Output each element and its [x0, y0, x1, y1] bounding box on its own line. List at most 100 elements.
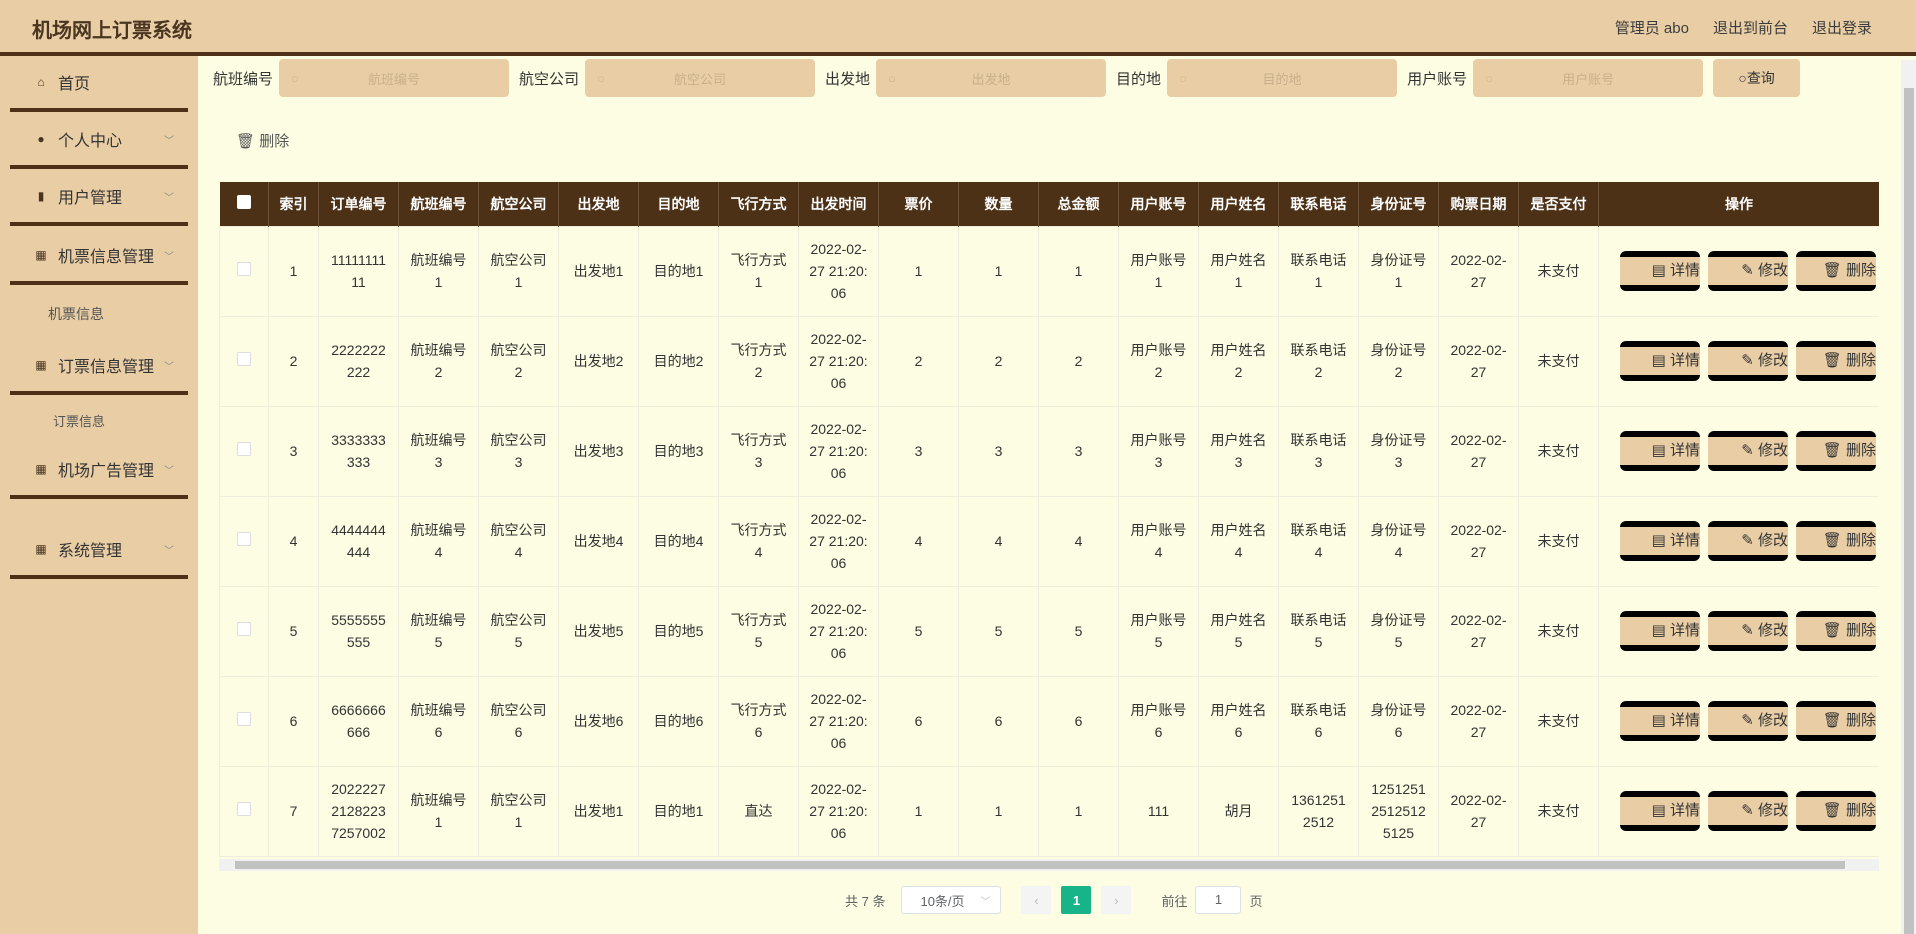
delete-button[interactable]: 🗑 删除: [1796, 341, 1876, 381]
back-to-front-link[interactable]: 退出到前台: [1713, 17, 1788, 38]
table-cell: 用户姓名2: [1198, 315, 1279, 407]
table-cell: 2022-02-27: [1438, 765, 1519, 857]
select-all-checkbox-cell[interactable]: [219, 182, 269, 226]
delete-button[interactable]: 🗑 删除: [1796, 701, 1876, 741]
edit-icon: ✎: [1741, 802, 1758, 819]
search-button[interactable]: ○ 查询: [1713, 59, 1801, 97]
table-cell: 目的地4: [638, 495, 719, 587]
edit-button[interactable]: ✎ 修改: [1708, 431, 1788, 471]
table-cell: 用户账号4: [1118, 495, 1199, 587]
detail-button[interactable]: ▤ 详情: [1620, 701, 1700, 741]
row-checkbox[interactable]: [237, 442, 251, 456]
delete-button[interactable]: 🗑 删除: [1796, 791, 1876, 831]
row-checkbox-cell[interactable]: [219, 765, 269, 857]
edit-button[interactable]: ✎ 修改: [1708, 701, 1788, 741]
prev-page-button[interactable]: ‹: [1021, 886, 1052, 914]
row-checkbox[interactable]: [237, 352, 251, 366]
grid-icon: ▦: [35, 542, 47, 556]
edit-button[interactable]: ✎ 修改: [1708, 611, 1788, 651]
column-header: 航空公司: [478, 182, 559, 226]
search-input[interactable]: ○ 航空公司: [585, 59, 816, 97]
row-checkbox[interactable]: [237, 802, 251, 816]
sidebar-item-ads[interactable]: ▦ 机场广告管理 ﹀: [10, 443, 188, 499]
sidebar-item-home[interactable]: ⌂ 首页: [10, 56, 188, 112]
table-cell: 联系电话6: [1278, 675, 1359, 767]
column-header: 数量: [958, 182, 1039, 226]
row-checkbox-cell[interactable]: [219, 225, 269, 317]
row-checkbox[interactable]: [237, 532, 251, 546]
scrollbar-thumb[interactable]: [235, 861, 1845, 869]
search-placeholder: 航空公司: [674, 71, 727, 87]
detail-button[interactable]: ▤ 详情: [1620, 521, 1700, 561]
delete-button[interactable]: 🗑 删除: [1796, 431, 1876, 471]
table-row: 7 202222721282237257002 航班编号1 航空公司1 出发地1 目的地1…: [219, 765, 1879, 857]
table-cell: 未支付: [1518, 495, 1599, 587]
detail-button[interactable]: ▤ 详情: [1620, 611, 1700, 651]
row-checkbox[interactable]: [237, 262, 251, 276]
row-checkbox-cell[interactable]: [219, 585, 269, 677]
edit-icon: ✎: [1741, 262, 1758, 279]
detail-button[interactable]: ▤ 详情: [1620, 251, 1700, 291]
next-page-button[interactable]: ›: [1101, 886, 1132, 914]
search-icon: ○: [888, 70, 896, 86]
delete-label: 删除: [1845, 712, 1876, 729]
edit-label: 修改: [1757, 712, 1788, 729]
detail-button[interactable]: ▤ 详情: [1620, 791, 1700, 831]
goto-page-input[interactable]: 1: [1195, 886, 1242, 914]
table-cell: 用户姓名5: [1198, 585, 1279, 677]
table-cell: 目的地2: [638, 315, 719, 407]
vertical-scrollbar[interactable]: [1901, 60, 1916, 934]
table-cell: 目的地3: [638, 405, 719, 497]
table-cell: 2: [878, 315, 959, 407]
sidebar-item-label: 首页: [58, 76, 91, 93]
sidebar-item-orders[interactable]: ▦ 订票信息管理 ﹀: [10, 339, 188, 395]
chevron-down-icon: ﹀: [164, 251, 174, 263]
edit-button[interactable]: ✎ 修改: [1708, 341, 1788, 381]
search-input[interactable]: ○ 目的地: [1167, 59, 1398, 97]
edit-button[interactable]: ✎ 修改: [1708, 521, 1788, 561]
select-all-checkbox[interactable]: [236, 195, 251, 210]
table-cell: 目的地6: [638, 675, 719, 767]
sidebar-item-tickets[interactable]: ▦ 机票信息管理 ﹀: [10, 229, 188, 285]
search-input[interactable]: ○ 用户账号: [1473, 59, 1704, 97]
page-size-select[interactable]: 10条/页 ﹀: [901, 886, 1002, 914]
row-checkbox-cell[interactable]: [219, 495, 269, 587]
table-cell: 航班编号6: [398, 675, 479, 767]
logout-link[interactable]: 退出登录: [1812, 17, 1872, 38]
sidebar-item-personal[interactable]: ● 个人中心 ﹀: [10, 113, 188, 169]
total-count: 共 7 条: [845, 893, 886, 909]
table-cell: 5555555555: [318, 585, 399, 677]
sidebar-item-system[interactable]: ▦ 系统管理 ﹀: [10, 523, 188, 579]
scrollbar-thumb[interactable]: [1904, 88, 1914, 934]
table-cell: 1: [878, 765, 959, 857]
row-checkbox-cell[interactable]: [219, 675, 269, 767]
row-checkbox[interactable]: [237, 622, 251, 636]
row-checkbox-cell[interactable]: [219, 405, 269, 497]
search-input[interactable]: ○ 出发地: [876, 59, 1107, 97]
row-checkbox[interactable]: [237, 712, 251, 726]
edit-button[interactable]: ✎ 修改: [1708, 251, 1788, 291]
delete-icon: 🗑: [1822, 712, 1846, 729]
search-input[interactable]: ○ 航班编号: [279, 59, 510, 97]
table-cell: 未支付: [1518, 225, 1599, 317]
column-header: 总金额: [1038, 182, 1119, 226]
detail-icon: ▤: [1651, 622, 1670, 639]
delete-label: 删除: [1845, 262, 1876, 279]
batch-delete-button[interactable]: 🗑 删除: [236, 130, 289, 151]
orders-table: 索引 订单编号 航班编号 航空公司 出发地 目的地 飞行方式 出发时间 票价 数量 总金额 用户账号用…: [219, 182, 1879, 858]
delete-button[interactable]: 🗑 删除: [1796, 521, 1876, 561]
edit-button[interactable]: ✎ 修改: [1708, 791, 1788, 831]
sidebar-sub-order-info[interactable]: 订票信息: [53, 411, 105, 430]
horizontal-scrollbar[interactable]: [219, 859, 1879, 871]
delete-button[interactable]: 🗑 删除: [1796, 251, 1876, 291]
sidebar-sub-ticket-info[interactable]: 机票信息: [48, 304, 104, 324]
detail-button[interactable]: ▤ 详情: [1620, 431, 1700, 471]
page-1-button[interactable]: 1: [1061, 886, 1092, 914]
column-header: 飞行方式: [718, 182, 799, 226]
table-cell: 飞行方式4: [718, 495, 799, 587]
row-checkbox-cell[interactable]: [219, 315, 269, 407]
table-cell: 用户姓名4: [1198, 495, 1279, 587]
delete-button[interactable]: 🗑 删除: [1796, 611, 1876, 651]
detail-button[interactable]: ▤ 详情: [1620, 341, 1700, 381]
sidebar-item-users[interactable]: ▮ 用户管理 ﹀: [10, 170, 188, 226]
